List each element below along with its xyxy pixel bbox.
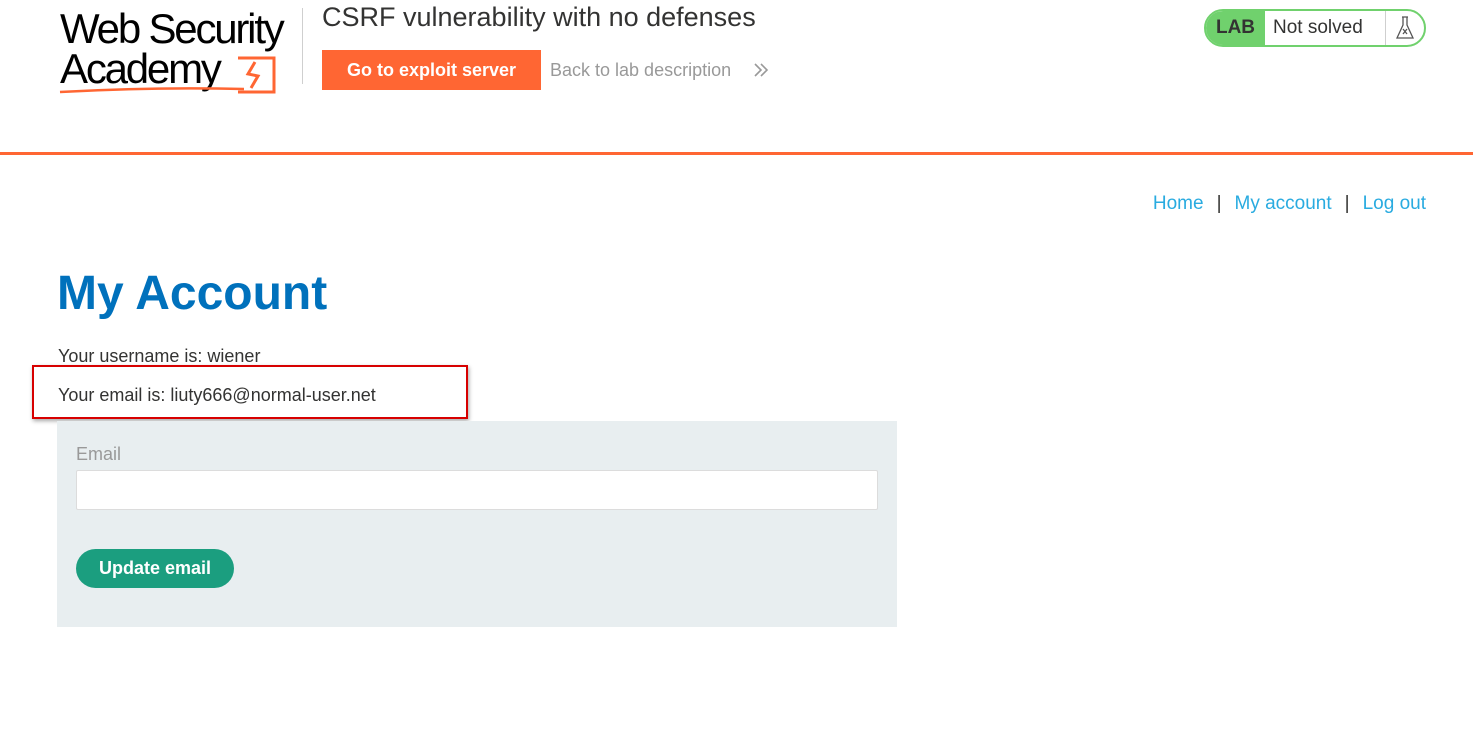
page: Web Security Academy CSRF vulnerability …: [0, 0, 1473, 753]
logo-text-line1: Web Security: [60, 5, 285, 52]
email-field[interactable]: [76, 470, 878, 510]
logo-underline-swoosh: [59, 87, 245, 94]
lab-status-widget: LAB Not solved: [1204, 9, 1426, 47]
lab-status-text: Not solved: [1273, 17, 1363, 38]
nav-separator: |: [1344, 193, 1350, 214]
double-chevron-right-icon[interactable]: [753, 60, 769, 80]
flask-icon: [1396, 16, 1414, 39]
logo-text-line2: Academy: [60, 45, 222, 92]
change-email-form: Email Update email: [57, 421, 897, 627]
username-text: Your username is: wiener: [58, 346, 261, 366]
highlight-annotation-box: [32, 365, 468, 419]
lab-title: CSRF vulnerability with no defenses: [322, 2, 756, 32]
back-to-lab-description-link[interactable]: Back to lab description: [550, 58, 731, 82]
email-field-label: Email: [76, 444, 122, 464]
nav-log-out-link[interactable]: Log out: [1363, 193, 1426, 214]
go-to-exploit-server-button[interactable]: Go to exploit server: [322, 50, 541, 90]
nav-home-link[interactable]: Home: [1153, 193, 1204, 214]
nav-my-account-link[interactable]: My account: [1235, 193, 1332, 214]
nav-separator: |: [1216, 193, 1222, 214]
web-security-academy-logo[interactable]: Web Security Academy: [58, 6, 302, 96]
header: Web Security Academy CSRF vulnerability …: [0, 0, 1473, 155]
update-email-button[interactable]: Update email: [76, 549, 234, 588]
logo-divider: [302, 8, 303, 84]
lab-badge: LAB: [1206, 11, 1265, 45]
page-title: My Account: [57, 267, 328, 320]
top-navigation: Home | My account | Log out: [1153, 193, 1426, 215]
lab-flask-container: [1385, 11, 1424, 45]
